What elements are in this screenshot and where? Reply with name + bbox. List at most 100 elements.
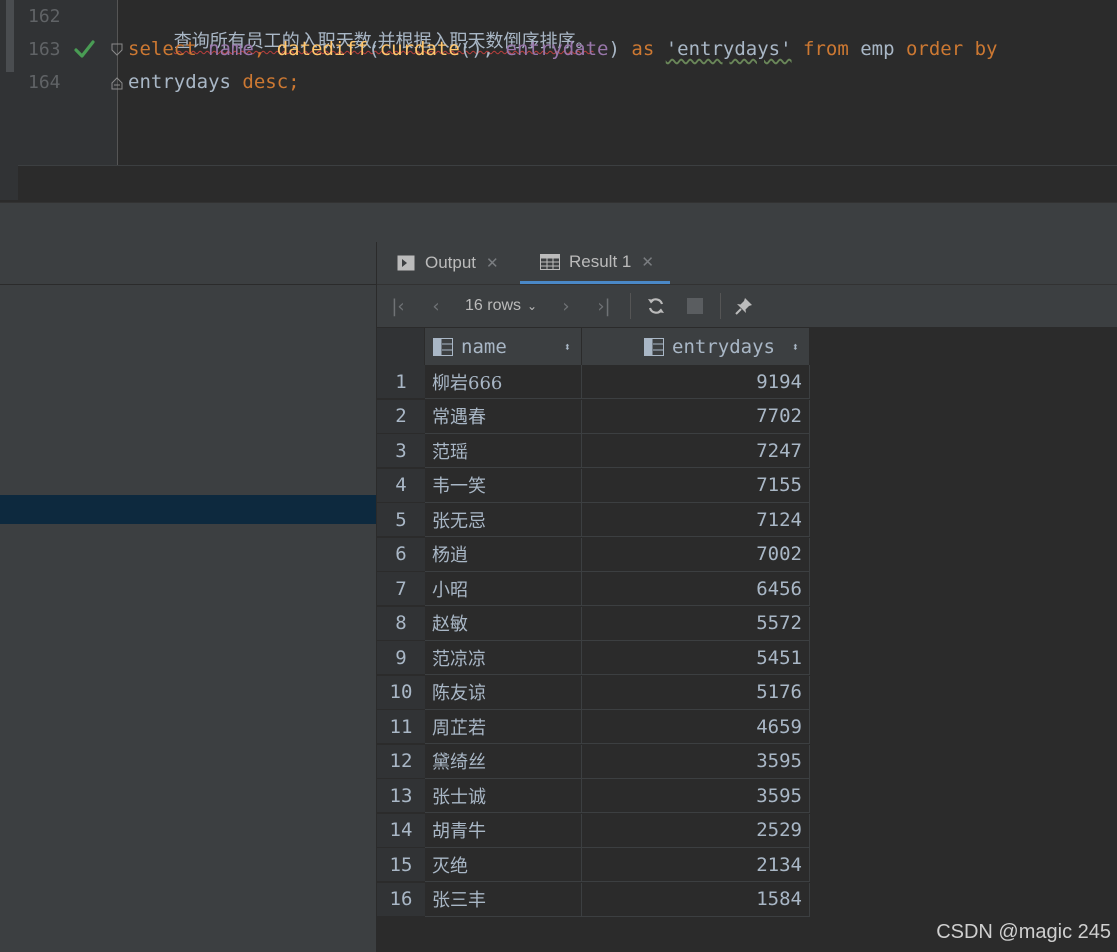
pin-icon (735, 298, 752, 315)
table-row[interactable]: 11 周芷若 4659 (377, 710, 810, 744)
cell-name[interactable]: 范瑶 (425, 434, 582, 468)
row-number: 11 (377, 710, 425, 744)
table-row[interactable]: 5 张无忌 7124 (377, 503, 810, 537)
editor-scrollbar[interactable] (0, 0, 18, 200)
cell-name[interactable]: 张无忌 (425, 503, 582, 537)
grid-header: name ⬍ entrydays ⬍ (377, 328, 810, 365)
services-tree-panel (0, 242, 377, 952)
chevron-down-icon: ⌄ (527, 299, 538, 313)
cell-name[interactable]: 柳岩666 (425, 365, 582, 399)
sql-editor[interactable]: 162 163 164 查询所有员工的入职天数,并根据入职天数倒序排序。 sel… (0, 0, 1117, 203)
cell-name[interactable]: 范凉凉 (425, 641, 582, 675)
row-number: 16 (377, 882, 425, 917)
refresh-icon (648, 298, 664, 314)
code-token: curdate (379, 38, 460, 60)
tab-output[interactable]: Output ✕ (397, 242, 499, 284)
sort-icon[interactable]: ⬍ (564, 340, 571, 354)
row-number: 7 (377, 572, 425, 606)
cell-entrydays[interactable]: 5572 (582, 606, 810, 641)
cell-name[interactable]: 周芷若 (425, 710, 582, 744)
previous-page-icon[interactable]: ‹ (423, 293, 449, 319)
code-token: entrydays (128, 71, 243, 93)
cell-name[interactable]: 张三丰 (425, 882, 582, 917)
cell-name[interactable]: 小昭 (425, 572, 582, 606)
column-header-label: name (461, 335, 507, 358)
stop-icon[interactable] (682, 293, 708, 319)
cell-name[interactable]: 陈友谅 (425, 675, 582, 710)
code-token: select (128, 38, 209, 60)
table-row[interactable]: 13 张士诚 3595 (377, 779, 810, 813)
table-row[interactable]: 10 陈友谅 5176 (377, 675, 810, 710)
column-icon (433, 337, 453, 356)
cell-entrydays[interactable]: 7124 (582, 503, 810, 537)
close-icon[interactable]: ✕ (641, 253, 654, 271)
sort-icon[interactable]: ⬍ (792, 340, 799, 354)
cell-entrydays[interactable]: 5451 (582, 641, 810, 675)
rows-count-dropdown[interactable]: 16 rows ⌄ (465, 293, 537, 319)
first-page-icon[interactable]: |‹ (385, 293, 411, 319)
fold-end-icon[interactable] (111, 76, 123, 90)
cell-entrydays[interactable]: 3595 (582, 744, 810, 779)
cell-name[interactable]: 常遇春 (425, 399, 582, 434)
selected-tree-node[interactable] (0, 495, 376, 524)
cell-entrydays[interactable]: 9194 (582, 365, 810, 399)
column-header-entrydays[interactable]: entrydays ⬍ (582, 328, 810, 365)
refresh-icon[interactable] (643, 293, 669, 319)
table-row[interactable]: 2 常遇春 7702 (377, 399, 810, 434)
fold-start-icon[interactable] (111, 43, 123, 57)
close-icon[interactable]: ✕ (486, 254, 499, 272)
cell-entrydays[interactable]: 2134 (582, 848, 810, 882)
pin-tab-icon[interactable] (731, 293, 757, 319)
cell-entrydays[interactable]: 7702 (582, 399, 810, 434)
code-token: from (803, 38, 861, 60)
cell-name[interactable]: 韦一笑 (425, 468, 582, 503)
line-number: 162 (28, 6, 61, 27)
row-number: 5 (377, 503, 425, 537)
table-row[interactable]: 1 柳岩666 9194 (377, 365, 810, 399)
table-row[interactable]: 4 韦一笑 7155 (377, 468, 810, 503)
last-page-icon[interactable]: ›| (591, 293, 617, 319)
cell-entrydays[interactable]: 7002 (582, 537, 810, 572)
cell-name[interactable]: 黛绮丝 (425, 744, 582, 779)
code-line-select[interactable]: select name, datediff(curdate(), entryda… (128, 38, 998, 60)
cell-name[interactable]: 灭绝 (425, 848, 582, 882)
table-row[interactable]: 6 杨逍 7002 (377, 537, 810, 572)
table-row[interactable]: 16 张三丰 1584 (377, 882, 810, 917)
table-row[interactable]: 7 小昭 6456 (377, 572, 810, 606)
table-grid-icon (540, 253, 560, 270)
editor-scrollbar-thumb[interactable] (6, 0, 14, 72)
cell-entrydays[interactable]: 7247 (582, 434, 810, 468)
cell-entrydays[interactable]: 4659 (582, 710, 810, 744)
cell-entrydays[interactable]: 5176 (582, 675, 810, 710)
results-toolbar: |‹ ‹ 16 rows ⌄ › ›| (377, 285, 1117, 328)
cell-name[interactable]: 胡青牛 (425, 813, 582, 848)
cell-entrydays[interactable]: 3595 (582, 779, 810, 813)
code-token: , (253, 38, 277, 60)
column-header-name[interactable]: name ⬍ (425, 328, 582, 365)
table-row[interactable]: 3 范瑶 7247 (377, 434, 810, 468)
next-page-icon[interactable]: › (553, 293, 579, 319)
cell-name[interactable]: 杨逍 (425, 537, 582, 572)
cell-entrydays[interactable]: 1584 (582, 882, 810, 917)
table-row[interactable]: 12 黛绮丝 3595 (377, 744, 810, 779)
row-number: 4 (377, 468, 425, 503)
tab-result-1[interactable]: Result 1 ✕ (520, 242, 670, 284)
table-row[interactable]: 8 赵敏 5572 (377, 606, 810, 641)
line-number: 163 (28, 39, 61, 60)
output-console-icon (397, 255, 415, 271)
code-line-order[interactable]: entrydays desc; (128, 71, 300, 93)
cell-name[interactable]: 赵敏 (425, 606, 582, 641)
table-row[interactable]: 9 范凉凉 5451 (377, 641, 810, 675)
cell-entrydays[interactable]: 2529 (582, 813, 810, 848)
watermark: CSDN @magic 245 (936, 921, 1111, 943)
row-number: 6 (377, 537, 425, 572)
panel-splitter[interactable] (0, 202, 1117, 243)
row-number-header (377, 328, 425, 365)
execution-success-check-icon[interactable] (73, 38, 95, 60)
cell-name[interactable]: 张士诚 (425, 779, 582, 813)
table-row[interactable]: 14 胡青牛 2529 (377, 813, 810, 848)
cell-entrydays[interactable]: 6456 (582, 572, 810, 606)
cell-entrydays[interactable]: 7155 (582, 468, 810, 503)
code-token: name (208, 38, 254, 60)
table-row[interactable]: 15 灭绝 2134 (377, 848, 810, 882)
